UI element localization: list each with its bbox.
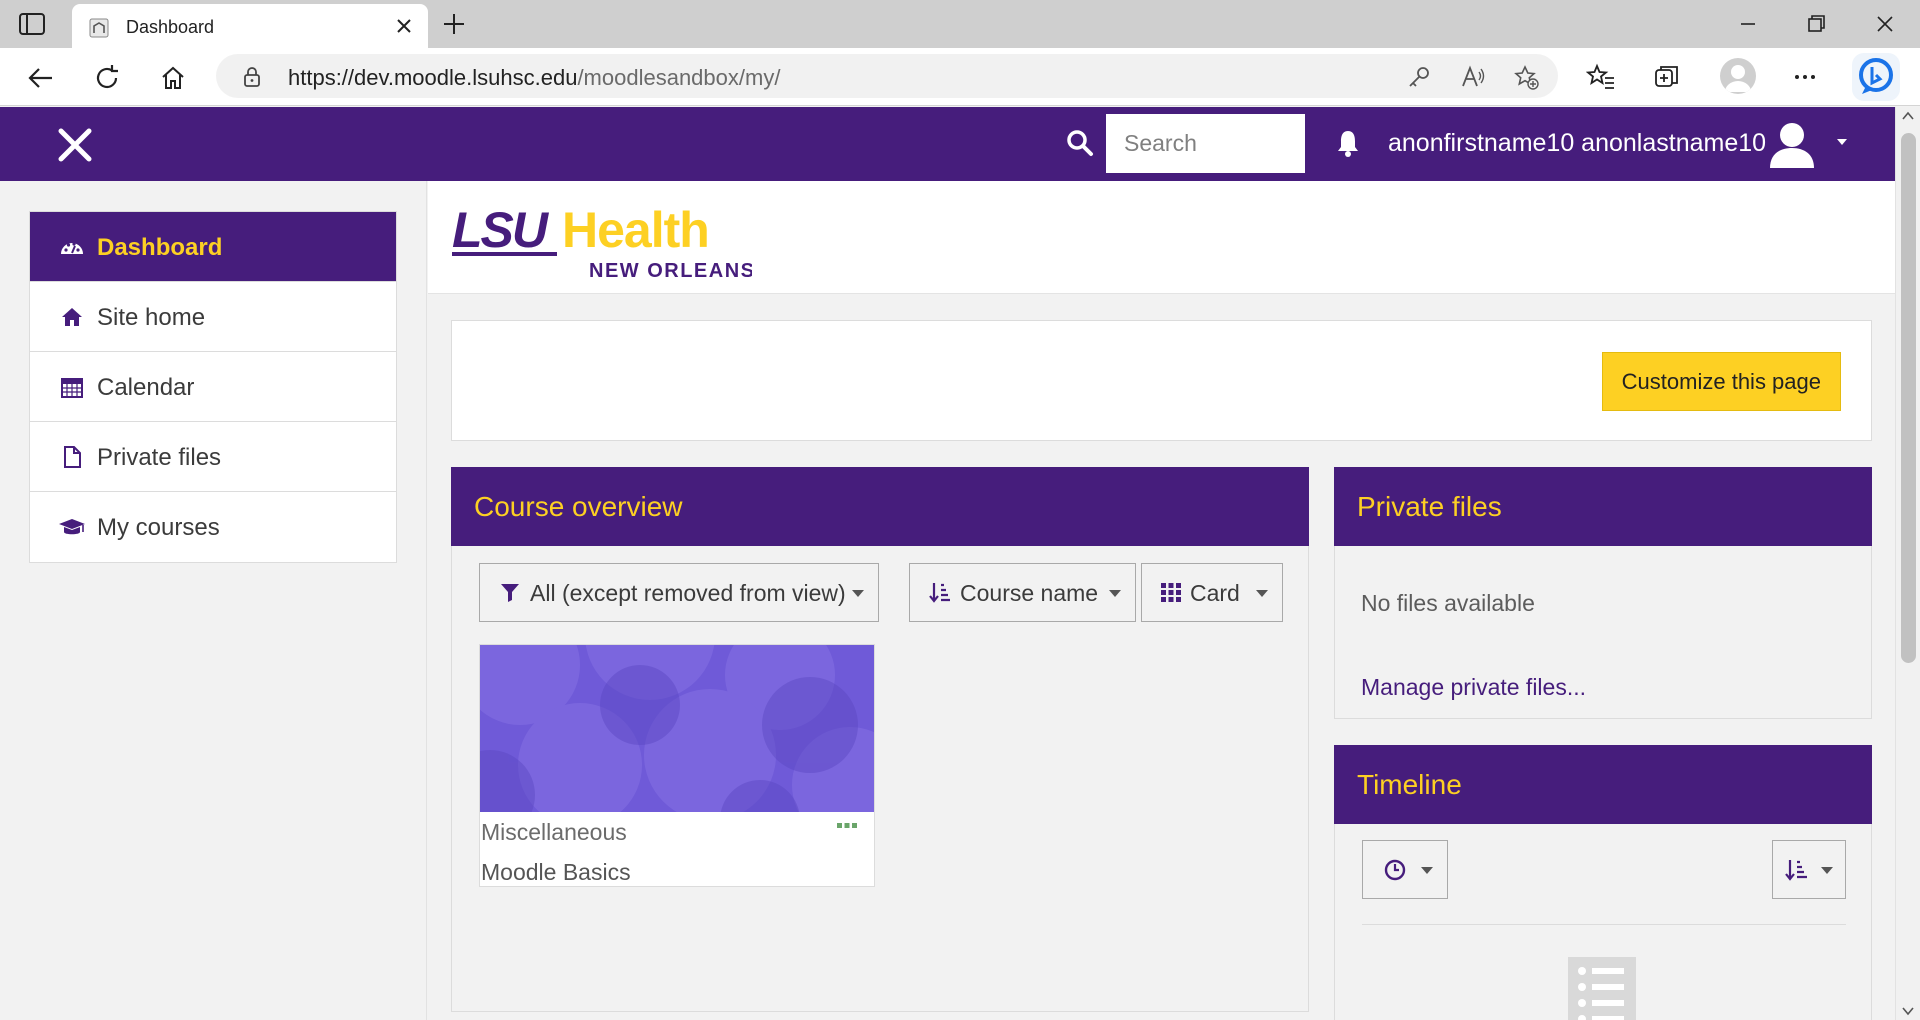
nav-item-my-courses[interactable]: My courses xyxy=(30,492,396,562)
nav-item-private-files[interactable]: Private files xyxy=(30,422,396,492)
nav-item-label: Private files xyxy=(97,444,222,471)
block-title: Course overview xyxy=(474,491,683,522)
scroll-up-icon[interactable] xyxy=(1902,111,1914,121)
timeline-block: Timeline xyxy=(1334,745,1872,1020)
nav-item-site-home[interactable]: Site home xyxy=(30,282,396,352)
filter-icon xyxy=(501,584,519,602)
nav-item-label: My courses xyxy=(97,514,220,541)
empty-list-icon xyxy=(1568,957,1636,1020)
timeline-sort-dropdown[interactable] xyxy=(1772,840,1846,899)
browser-tab-strip: Dashboard xyxy=(0,0,1920,48)
block-title: Private files xyxy=(1357,491,1502,522)
divider xyxy=(1362,924,1846,925)
tab-title: Dashboard xyxy=(126,17,215,37)
calendar-icon xyxy=(61,378,83,398)
tab-actions-icon[interactable] xyxy=(18,12,46,36)
bing-icon[interactable] xyxy=(1852,53,1900,101)
nav-item-label: Calendar xyxy=(97,374,195,401)
course-category: Miscellaneous xyxy=(481,819,627,845)
block-header: Course overview xyxy=(451,467,1309,546)
back-icon[interactable] xyxy=(26,63,56,93)
chevron-down-icon xyxy=(1256,590,1268,597)
course-actions-icon[interactable] xyxy=(836,821,858,831)
nav-item-label: Dashboard xyxy=(97,234,223,261)
block-header: Private files xyxy=(1334,467,1872,546)
file-icon xyxy=(64,446,81,468)
chevron-down-icon xyxy=(1421,867,1433,874)
dashboard-icon xyxy=(61,242,83,254)
new-tab-icon[interactable] xyxy=(440,10,468,38)
browser-toolbar: https://dev.moodle.lsuhsc.edu/moodlesand… xyxy=(0,48,1920,106)
search-input[interactable] xyxy=(1106,114,1305,173)
minimize-icon[interactable] xyxy=(1734,10,1762,38)
filter-label: All (except removed from view) xyxy=(530,580,846,606)
timeline-date-filter-dropdown[interactable] xyxy=(1362,840,1448,899)
nav-item-dashboard[interactable]: Dashboard xyxy=(30,212,396,282)
site-navbar: anonfirstname10 anonlastname10 xyxy=(0,107,1895,181)
add-favorite-icon[interactable] xyxy=(1513,64,1539,90)
course-image[interactable] xyxy=(480,645,874,812)
address-bar[interactable]: https://dev.moodle.lsuhsc.edu/moodlesand… xyxy=(216,54,1558,98)
scrollbar-thumb[interactable] xyxy=(1901,133,1916,663)
svg-text:LSU: LSU xyxy=(452,203,550,258)
notifications-bell-icon[interactable] xyxy=(1335,128,1361,158)
sort-label: Course name xyxy=(960,580,1099,606)
lsu-health-logo[interactable]: LSU Health NEW ORLEANS xyxy=(452,203,752,283)
svg-text:NEW ORLEANS: NEW ORLEANS xyxy=(589,260,752,282)
sort-dropdown[interactable]: Course name xyxy=(909,563,1136,622)
nav-item-label: Site home xyxy=(97,304,206,331)
header-logo-band: LSU Health NEW ORLEANS xyxy=(428,181,1895,294)
close-tab-icon[interactable] xyxy=(392,14,416,38)
sort-icon xyxy=(929,583,950,603)
svg-text:Health: Health xyxy=(562,203,709,258)
url-text: https://dev.moodle.lsuhsc.edu/moodlesand… xyxy=(288,65,781,90)
profile-icon[interactable] xyxy=(1720,58,1756,94)
search-icon[interactable] xyxy=(1066,129,1094,157)
scroll-down-icon[interactable] xyxy=(1902,1006,1914,1016)
restore-icon[interactable] xyxy=(1802,10,1830,38)
grid-icon xyxy=(1161,583,1181,602)
home-icon xyxy=(62,308,82,326)
read-aloud-icon[interactable] xyxy=(1460,64,1486,90)
view-label: Card xyxy=(1190,580,1240,606)
no-files-text: No files available xyxy=(1361,590,1535,616)
sort-icon xyxy=(1785,860,1807,881)
customize-page-button[interactable]: Customize this page xyxy=(1601,352,1841,411)
nav-item-calendar[interactable]: Calendar xyxy=(30,352,396,422)
close-window-icon[interactable] xyxy=(1871,10,1899,38)
block-title: Timeline xyxy=(1357,769,1462,800)
lock-icon[interactable] xyxy=(242,66,262,88)
nav-drawer: Dashboard Site home Calendar Private fil… xyxy=(0,181,427,1020)
view-dropdown[interactable]: Card xyxy=(1141,563,1283,622)
course-name-link[interactable]: Moodle Basics xyxy=(481,859,631,886)
manage-private-files-link[interactable]: Manage private files... xyxy=(1361,674,1586,701)
chevron-down-icon xyxy=(852,590,864,597)
user-avatar-icon[interactable] xyxy=(1766,118,1818,170)
moodle-favicon-icon xyxy=(89,18,109,38)
chevron-down-icon xyxy=(1109,590,1121,597)
page-header-card: Customize this page xyxy=(451,320,1872,441)
user-name[interactable]: anonfirstname10 anonlastname10 xyxy=(1388,129,1766,158)
key-icon[interactable] xyxy=(1406,64,1432,90)
more-options-icon[interactable] xyxy=(1790,62,1820,92)
browser-tab[interactable]: Dashboard xyxy=(72,4,428,48)
close-drawer-icon[interactable] xyxy=(56,126,94,164)
favorites-icon[interactable] xyxy=(1586,62,1616,92)
grouping-filter-dropdown[interactable]: All (except removed from view) xyxy=(479,563,879,622)
course-card[interactable]: Miscellaneous Moodle Basics xyxy=(479,644,875,887)
user-menu-caret-icon[interactable] xyxy=(1835,135,1849,149)
refresh-icon[interactable] xyxy=(92,63,122,93)
nav-list: Dashboard Site home Calendar Private fil… xyxy=(29,211,397,563)
collections-icon[interactable] xyxy=(1652,62,1682,92)
page-scrollbar[interactable] xyxy=(1895,107,1920,1020)
course-overview-block: Course overview All (except removed from… xyxy=(451,467,1309,1012)
graduation-cap-icon xyxy=(59,519,85,535)
home-icon[interactable] xyxy=(158,63,188,93)
chevron-down-icon xyxy=(1821,867,1833,874)
clock-icon xyxy=(1384,859,1406,881)
private-files-block: Private files No files available Manage … xyxy=(1334,467,1872,719)
block-header: Timeline xyxy=(1334,745,1872,824)
